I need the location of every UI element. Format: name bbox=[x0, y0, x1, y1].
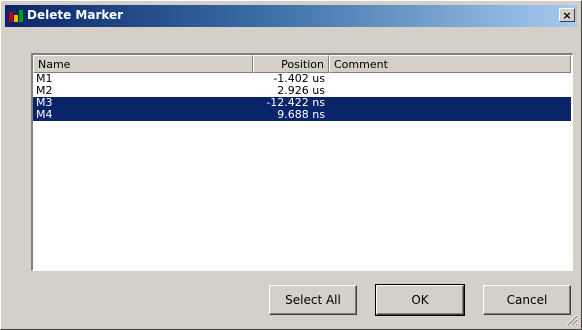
select-all-button[interactable]: Select All bbox=[269, 285, 357, 315]
cell-comment bbox=[329, 73, 571, 85]
close-button[interactable]: × bbox=[559, 8, 575, 22]
list-row[interactable]: M2 2.926 us bbox=[33, 85, 571, 97]
cell-comment bbox=[329, 109, 571, 121]
resize-grip-icon[interactable] bbox=[566, 314, 578, 326]
cancel-button[interactable]: Cancel bbox=[483, 285, 571, 315]
app-icon-bar-green bbox=[19, 10, 23, 22]
cell-name: M4 bbox=[36, 109, 53, 121]
list-rows: M1 -1.402 us M2 2.926 us M3 -12.422 ns M… bbox=[33, 73, 571, 121]
column-header-position[interactable]: Position bbox=[253, 55, 329, 73]
app-icon-bar-red bbox=[9, 12, 13, 22]
delete-marker-dialog: Delete Marker × Name Position Comment M1… bbox=[0, 0, 582, 330]
cell-comment bbox=[329, 97, 571, 109]
cell-comment bbox=[329, 85, 571, 97]
cell-position: -1.402 us bbox=[273, 73, 325, 85]
cell-name: M2 bbox=[36, 85, 53, 97]
cell-name: M1 bbox=[36, 73, 53, 85]
list-header: Name Position Comment bbox=[33, 55, 571, 73]
app-icon bbox=[9, 10, 23, 22]
window-title: Delete Marker bbox=[27, 8, 124, 22]
list-row[interactable]: M3 -12.422 ns bbox=[33, 97, 571, 109]
list-row[interactable]: M4 9.688 ns bbox=[33, 109, 571, 121]
title-bar[interactable]: Delete Marker × bbox=[5, 5, 577, 27]
column-header-name[interactable]: Name bbox=[33, 55, 253, 73]
cell-position: 2.926 us bbox=[277, 85, 325, 97]
marker-list[interactable]: Name Position Comment M1 -1.402 us M2 2.… bbox=[31, 53, 573, 271]
column-header-comment[interactable]: Comment bbox=[329, 55, 571, 73]
app-icon-bar-yellow bbox=[14, 15, 18, 22]
cell-position: 9.688 ns bbox=[277, 109, 325, 121]
ok-button[interactable]: OK bbox=[375, 284, 465, 316]
list-row[interactable]: M1 -1.402 us bbox=[33, 73, 571, 85]
cell-position: -12.422 ns bbox=[266, 97, 325, 109]
cell-name: M3 bbox=[36, 97, 53, 109]
